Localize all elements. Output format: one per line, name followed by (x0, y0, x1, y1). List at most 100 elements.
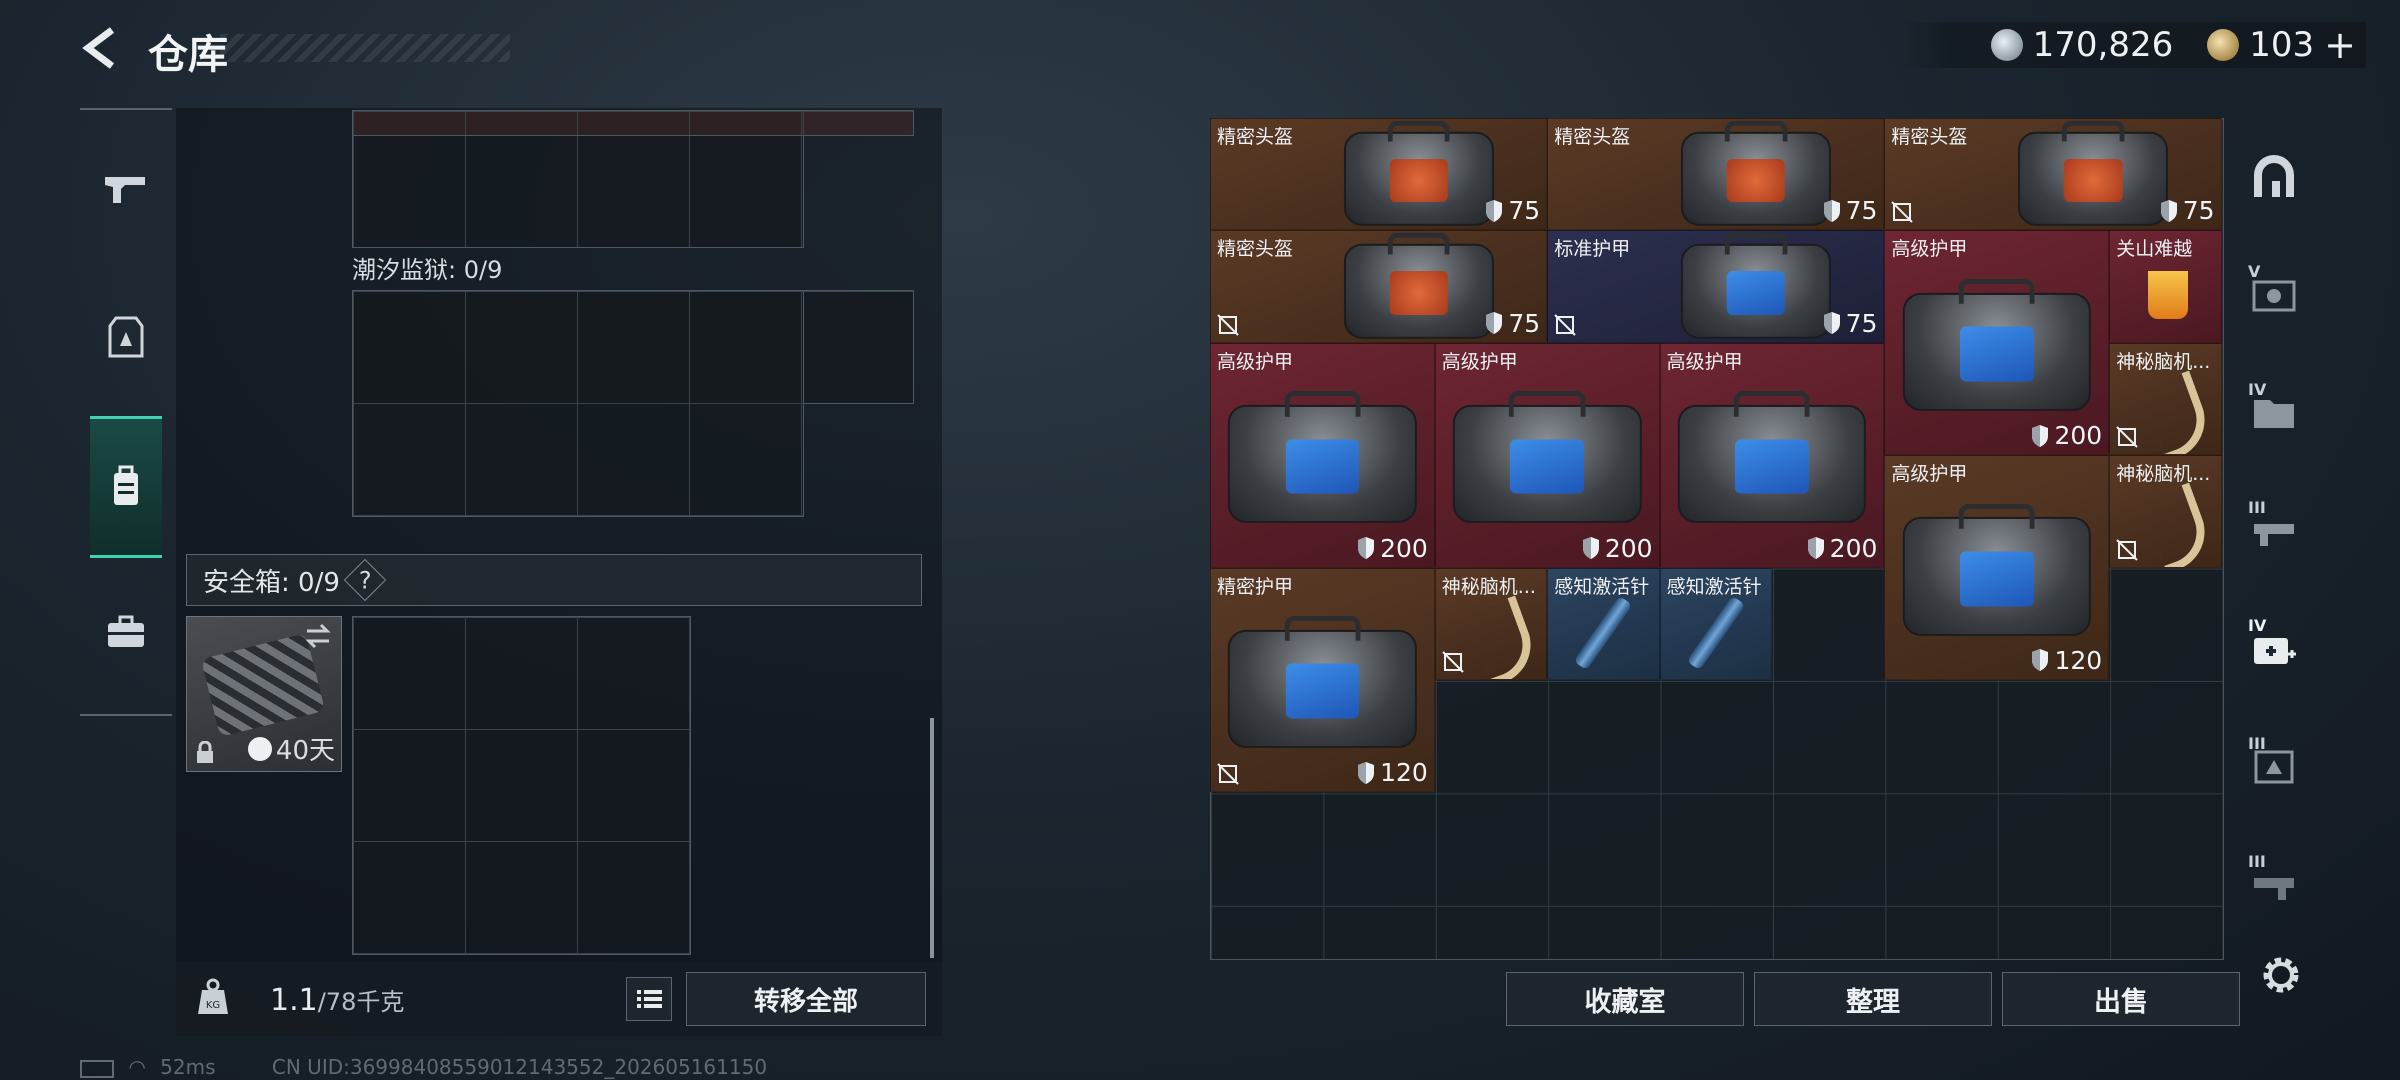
stash-item[interactable]: 感知激活针 (1659, 567, 1772, 680)
svg-text:KG: KG (206, 1000, 220, 1011)
item-durability: 75 (1508, 308, 1541, 338)
list-icon (637, 990, 662, 1008)
helmet-bag-icon (1343, 243, 1494, 339)
transfer-all-button[interactable]: 转移全部 (686, 972, 926, 1026)
lock-icon (197, 741, 213, 763)
armor-bag-icon (1680, 243, 1832, 339)
gold-amount: 103 (2249, 25, 2315, 65)
stash-item[interactable]: 高级护甲 120 (1884, 455, 2110, 680)
list-view-button[interactable] (626, 977, 672, 1021)
weight-readout: 1.1/78千克 (270, 982, 404, 1018)
sell-button[interactable]: 出售 (2002, 972, 2240, 1026)
helmet-bag-icon (2018, 131, 2169, 226)
nav-tier-iv[interactable]: IV (2246, 380, 2302, 440)
no-trade-icon (1554, 314, 1576, 336)
brain-device-icon (2140, 482, 2216, 567)
nav-cases[interactable] (90, 564, 162, 700)
nav-tier-iii[interactable]: III (2246, 498, 2302, 558)
helmet-bag-icon (1343, 131, 1494, 226)
brain-device-icon (2140, 370, 2216, 455)
stash-item[interactable]: 高级护甲 200 (1884, 230, 2110, 456)
stash-item[interactable]: 神秘脑机... (2109, 342, 2222, 456)
stash-item[interactable]: 高级护甲 200 (1659, 342, 1885, 568)
shield-icon (1823, 312, 1840, 335)
item-name: 关山难越 (2116, 238, 2193, 261)
sort-button[interactable]: 整理 (1754, 972, 1992, 1026)
item-durability: 75 (1508, 196, 1541, 226)
stash-item[interactable]: 精密头盔 75 (1210, 118, 1548, 231)
no-trade-icon (2116, 538, 2138, 561)
shield-icon (1358, 537, 1375, 560)
nav-equipment[interactable] (90, 270, 162, 406)
stash-item[interactable]: 标准护甲 75 (1547, 230, 1885, 343)
stash-item[interactable]: 精密护甲 120 (1210, 567, 1435, 793)
nav-tier-iii-armor[interactable]: III (2246, 734, 2302, 794)
nav-weapons[interactable] (90, 122, 162, 258)
ping-text: 52ms (160, 1055, 216, 1079)
item-name: 感知激活针 (1666, 575, 1762, 598)
item-name: 精密头盔 (1891, 126, 1968, 148)
stash-item[interactable]: 神秘脑机... (1434, 567, 1548, 680)
stash-item[interactable]: 关山难越 (2109, 230, 2222, 343)
item-durability: 120 (2054, 645, 2103, 675)
armor-bag-icon (1228, 629, 1417, 749)
item-durability: 200 (1829, 533, 1878, 563)
status-line: ◠ 52ms CN UID:36998408559012143552_20260… (80, 1055, 767, 1079)
help-icon[interactable]: ? (343, 558, 387, 602)
weight-value: 1.1 (270, 983, 318, 1018)
safebox-grid[interactable] (352, 616, 691, 955)
item-durability: 200 (2054, 421, 2103, 451)
item-name: 精密护甲 (1217, 575, 1294, 598)
weight-max: /78千克 (317, 988, 405, 1016)
item-name: 高级护甲 (1891, 463, 1968, 486)
stash-item[interactable]: 精密头盔 75 (1210, 230, 1548, 343)
settings-gear-icon[interactable] (2258, 952, 2304, 998)
vest-icon (108, 316, 144, 358)
stash-item[interactable]: 高级护甲 200 (1434, 342, 1660, 568)
safebox-label: 安全箱: 0/9 (203, 567, 340, 598)
armor-bag-icon (1677, 404, 1867, 524)
shield-icon (1807, 537, 1824, 560)
stash-item[interactable]: 感知激活针 (1547, 567, 1660, 680)
item-name: 感知激活针 (1554, 575, 1650, 598)
item-name: 神秘脑机... (2116, 463, 2211, 486)
stash-item[interactable]: 精密头盔 75 (1884, 118, 2222, 231)
armor-bag-icon (1228, 404, 1417, 524)
item-durability: 200 (1604, 533, 1653, 563)
item-durability: 75 (1845, 308, 1878, 338)
safebox-header: 安全箱: 0/9 ? (186, 554, 922, 606)
item-name: 神秘脑机... (1441, 575, 1536, 598)
collection-room-button[interactable]: 收藏室 (1506, 972, 1744, 1026)
nav-tier-iv-medical[interactable]: IV (2246, 616, 2302, 676)
no-trade-icon (1217, 763, 1239, 786)
shield-icon (1823, 199, 1840, 222)
shield-icon (1582, 537, 1599, 560)
back-arrow-icon[interactable] (78, 26, 122, 70)
item-name: 标准护甲 (1554, 238, 1631, 261)
add-currency-button[interactable]: + (2324, 23, 2356, 67)
nav-all-stash[interactable] (2246, 148, 2302, 204)
no-trade-icon (2116, 426, 2138, 448)
syringe-icon (1686, 595, 1746, 670)
stash-category-nav: V IV III IV III III (2232, 108, 2316, 948)
swap-icon[interactable] (303, 623, 333, 649)
battery-icon (80, 1059, 114, 1078)
item-durability: 75 (1845, 196, 1878, 226)
shield-icon (2032, 649, 2049, 672)
shield-icon (1486, 199, 1503, 222)
syringe-icon (1573, 595, 1633, 670)
tide-prison-grid[interactable] (352, 290, 804, 517)
left-scrollbar[interactable] (930, 718, 934, 958)
wifi-icon: ◠ (128, 1055, 146, 1079)
armor-bag-icon (1902, 517, 2091, 636)
nav-backpack[interactable] (90, 416, 162, 558)
safebox-item[interactable]: 40天 (186, 616, 342, 772)
item-durability: 120 (1380, 758, 1428, 788)
item-name: 高级护甲 (1666, 350, 1743, 373)
stash-item[interactable]: 神秘脑机... (2109, 455, 2222, 568)
shield-icon (2160, 199, 2177, 222)
nav-tier-v[interactable]: V (2246, 262, 2302, 322)
stash-item[interactable]: 高级护甲 200 (1210, 342, 1435, 568)
nav-tier-iii-gear[interactable]: III (2246, 852, 2302, 912)
stash-item[interactable]: 精密头盔 75 (1547, 118, 1885, 231)
